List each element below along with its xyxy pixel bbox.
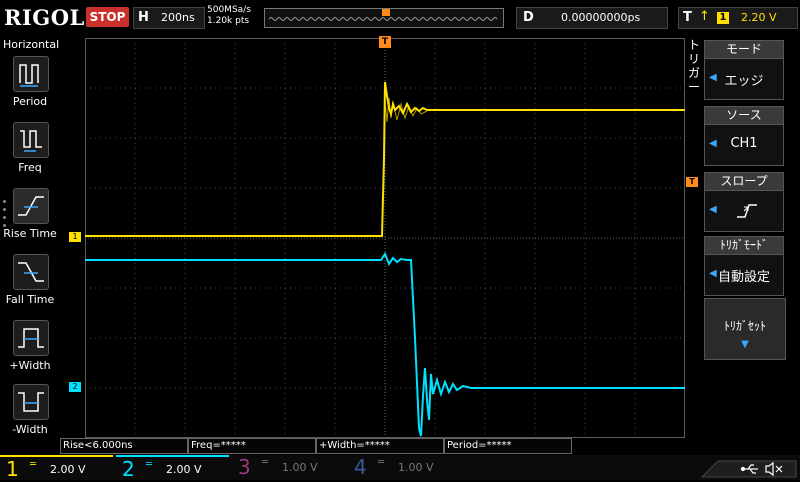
- trigger-source-badge: 1: [717, 12, 729, 24]
- channel-3-box[interactable]: 3 ═ 1.00 V: [232, 455, 345, 480]
- measure-label: Fall Time: [5, 293, 55, 306]
- fall-time-icon: [13, 254, 49, 290]
- dc-coupling-icon: ═: [30, 459, 37, 470]
- rising-edge-icon: ↑: [699, 9, 710, 24]
- measure-label: Period: [12, 95, 48, 108]
- memory-waveform-preview: [268, 9, 498, 21]
- channel-number: 1: [6, 457, 19, 481]
- menu-item-trigger-mode[interactable]: ﾄﾘｶﾞﾓｰﾄﾞ ◀ 自動設定: [704, 236, 784, 296]
- negative-width-icon: [13, 384, 49, 420]
- left-arrow-icon: ◀: [709, 204, 717, 215]
- channel-1-box[interactable]: 1 ═ 2.00 V: [0, 455, 113, 482]
- memory-trigger-marker: [382, 9, 390, 16]
- measurement-period[interactable]: Period=*****: [444, 438, 572, 454]
- channel-scale: 1.00 V: [282, 461, 318, 474]
- channel-2-box[interactable]: 2 ═ 2.00 V: [116, 455, 229, 482]
- menu-value: 自動設定: [717, 270, 770, 285]
- measure-item-rise-time[interactable]: Rise Time: [0, 188, 62, 248]
- measure-item-minus-width[interactable]: -Width: [0, 384, 62, 444]
- sample-rate: 500MSa/s: [207, 5, 251, 15]
- trigger-level-value: 2.20 V: [741, 11, 777, 24]
- measure-item-fall-time[interactable]: Fall Time: [0, 254, 62, 314]
- delay-value: 0.00000000ps: [561, 11, 641, 24]
- measure-sidebar: Horizontal Period Freq Rise Time Fall Ti…: [0, 36, 62, 440]
- ch2-ground-marker[interactable]: 2: [69, 382, 81, 392]
- dc-coupling-icon: ═: [262, 457, 269, 468]
- timebase-value: 200ns: [161, 11, 195, 24]
- ch1-ground-marker[interactable]: 1: [69, 232, 81, 242]
- menu-header: ソース: [704, 106, 784, 125]
- measurement-freq[interactable]: Freq=*****: [188, 438, 316, 454]
- measure-label: +Width: [9, 359, 51, 372]
- rise-time-icon: [13, 188, 49, 224]
- waveform-display[interactable]: 1 2 T T: [69, 36, 698, 438]
- trigger-position-marker[interactable]: T: [379, 36, 391, 48]
- menu-header: スロープ: [704, 172, 784, 191]
- measure-item-plus-width[interactable]: +Width: [0, 320, 62, 380]
- measure-label: Freq: [18, 161, 42, 174]
- delay-label: D: [523, 10, 534, 25]
- channel-scale: 2.00 V: [166, 463, 202, 476]
- dc-coupling-icon: ═: [378, 457, 385, 468]
- measurement-bar: Rise<6.000ns Freq=***** +Width=***** Per…: [60, 438, 580, 454]
- timebase-box[interactable]: H 200ns: [133, 7, 205, 29]
- measure-label: Rise Time: [3, 227, 57, 240]
- frequency-icon: [13, 122, 49, 158]
- channel-4-box[interactable]: 4 ═ 1.00 V: [348, 455, 461, 480]
- down-arrow-icon: ▼: [741, 339, 749, 350]
- top-status-bar: RIGOL STOP H 200ns 500MSa/s 1.20k pts D …: [0, 0, 800, 36]
- rising-slope-icon: [737, 204, 757, 218]
- status-icons: [700, 460, 797, 478]
- menu-item-source[interactable]: ソース ◀ CH1: [704, 106, 784, 166]
- channel-number: 2: [122, 457, 135, 481]
- measure-item-freq[interactable]: Freq: [0, 122, 62, 182]
- channel-bar: 1 ═ 2.00 V 2 ═ 2.00 V 3 ═ 1.00 V 4 ═ 1.0…: [0, 455, 800, 482]
- sidebar-title: Horizontal: [3, 38, 60, 51]
- button-label: ﾄﾘｶﾞｾｯﾄ: [723, 319, 766, 333]
- channel-scale: 1.00 V: [398, 461, 434, 474]
- trigger-label: T: [683, 10, 692, 25]
- menu-header: モード: [704, 40, 784, 59]
- positive-width-icon: [13, 320, 49, 356]
- menu-value: CH1: [730, 136, 758, 151]
- dc-coupling-icon: ═: [146, 459, 153, 470]
- menu-item-slope[interactable]: スロープ ◀: [704, 172, 784, 232]
- trigger-menu-title: ト リ ガ ー: [687, 38, 700, 94]
- channel-number: 3: [238, 455, 251, 479]
- measure-label: -Width: [12, 423, 48, 436]
- acquisition-info: 500MSa/s 1.20k pts: [207, 5, 251, 27]
- delay-box[interactable]: D 0.00000000ps: [516, 7, 668, 29]
- menu-item-mode[interactable]: モード ◀ エッジ: [704, 40, 784, 100]
- brand-logo: RIGOL: [4, 5, 85, 30]
- trigger-menu: ト リ ガ ー モード ◀ エッジ ソース ◀ CH1 スロープ ◀ ﾄﾘｶﾞﾓ…: [686, 36, 800, 440]
- waveform-grid: [85, 38, 685, 438]
- period-icon: [13, 56, 49, 92]
- measure-item-period[interactable]: Period: [0, 56, 62, 116]
- measurement-plus-width[interactable]: +Width=*****: [316, 438, 444, 454]
- menu-value: エッジ: [724, 74, 764, 89]
- channel-number: 4: [354, 455, 367, 479]
- trigger-set-button[interactable]: ﾄﾘｶﾞｾｯﾄ ▼: [704, 298, 786, 360]
- trigger-status-box[interactable]: T ↑ 1 2.20 V: [678, 7, 798, 29]
- channel-scale: 2.00 V: [50, 463, 86, 476]
- run-stop-button[interactable]: STOP: [86, 7, 129, 27]
- memory-overview-bar[interactable]: [264, 8, 504, 28]
- horizontal-label: H: [138, 10, 149, 25]
- memory-depth: 1.20k pts: [207, 16, 250, 26]
- menu-header: ﾄﾘｶﾞﾓｰﾄﾞ: [704, 236, 784, 255]
- measurement-rise[interactable]: Rise<6.000ns: [60, 438, 188, 454]
